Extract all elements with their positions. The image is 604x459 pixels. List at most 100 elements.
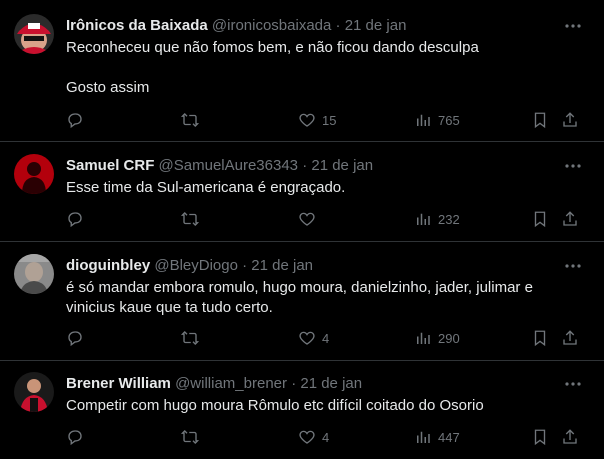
- avatar[interactable]: [14, 14, 54, 54]
- more-options-icon[interactable]: [564, 157, 582, 175]
- retweet-button[interactable]: [181, 327, 205, 349]
- retweet-button[interactable]: [181, 109, 205, 131]
- heart-icon: [299, 430, 315, 444]
- heart-icon: [299, 113, 315, 127]
- bookmark-icon: [534, 330, 546, 347]
- share-icon: [563, 429, 577, 444]
- bookmark-icon: [534, 429, 546, 446]
- reply-button[interactable]: [66, 208, 90, 230]
- reply-icon: [68, 331, 82, 347]
- analytics-icon: [417, 332, 430, 344]
- bookmark-button[interactable]: [531, 208, 549, 230]
- view-count: 765: [438, 112, 460, 128]
- display-name[interactable]: dioguinbley: [66, 257, 150, 274]
- display-name[interactable]: Brener William: [66, 375, 171, 392]
- share-icon: [563, 330, 577, 345]
- tweet-header: Irônicos da Baixada @ironicosbaixada · 2…: [66, 16, 406, 36]
- display-name[interactable]: Samuel CRF: [66, 157, 154, 174]
- reply-button[interactable]: [66, 109, 90, 131]
- share-button[interactable]: [561, 327, 579, 349]
- share-button[interactable]: [561, 208, 579, 230]
- analytics-icon: [417, 431, 430, 443]
- heart-icon: [299, 212, 315, 226]
- separator: ·: [242, 257, 248, 274]
- timestamp[interactable]: 21 de jan: [300, 375, 362, 392]
- share-button[interactable]: [561, 109, 579, 131]
- avatar-red-figure-icon: [14, 154, 54, 194]
- tweet[interactable]: Brener William @william_brener · 21 de j…: [0, 361, 604, 459]
- like-count: 4: [322, 330, 330, 346]
- timestamp[interactable]: 21 de jan: [345, 17, 407, 34]
- handle[interactable]: @BleyDiogo: [154, 257, 238, 274]
- share-icon: [563, 211, 577, 226]
- tweet-header: Samuel CRF @SamuelAure36343 · 21 de jan: [66, 156, 373, 176]
- more-options-icon[interactable]: [564, 375, 582, 393]
- timestamp[interactable]: 21 de jan: [311, 157, 373, 174]
- retweet-icon: [181, 113, 199, 127]
- reply-button[interactable]: [66, 327, 90, 349]
- share-button[interactable]: [561, 426, 579, 448]
- handle[interactable]: @ironicosbaixada: [212, 17, 331, 34]
- retweet-button[interactable]: [181, 426, 205, 448]
- like-count: 4: [322, 429, 330, 445]
- avatar-jersey-icon: [14, 372, 54, 412]
- reply-icon: [68, 212, 82, 228]
- views-button[interactable]: 447: [414, 426, 460, 448]
- avatar[interactable]: [14, 372, 54, 412]
- more-options-icon[interactable]: [564, 257, 582, 275]
- retweet-icon: [181, 212, 199, 226]
- separator: ·: [291, 375, 297, 392]
- views-button[interactable]: 765: [414, 109, 460, 131]
- tweet-actions: 4 447: [0, 426, 604, 448]
- like-button[interactable]: 4: [298, 327, 329, 349]
- tweet-text: Reconheceu que não fomos bem, e não fico…: [66, 39, 479, 96]
- avatar[interactable]: [14, 154, 54, 194]
- analytics-icon: [417, 114, 430, 126]
- tweet[interactable]: dioguinbley @BleyDiogo · 21 de jan é só …: [0, 242, 604, 361]
- view-count: 290: [438, 330, 460, 346]
- tweet-feed: Irônicos da Baixada @ironicosbaixada · 2…: [0, 0, 604, 459]
- tweet-header: Brener William @william_brener · 21 de j…: [66, 374, 362, 394]
- tweet-header: dioguinbley @BleyDiogo · 21 de jan: [66, 256, 313, 276]
- bookmark-icon: [534, 112, 546, 129]
- display-name[interactable]: Irônicos da Baixada: [66, 17, 208, 34]
- tweet[interactable]: Irônicos da Baixada @ironicosbaixada · 2…: [0, 0, 604, 142]
- reply-icon: [68, 430, 82, 446]
- handle[interactable]: @william_brener: [175, 375, 287, 392]
- bookmark-icon: [534, 211, 546, 228]
- tweet-text: Esse time da Sul-americana é engraçado.: [66, 179, 346, 196]
- view-count: 447: [438, 429, 460, 445]
- like-button[interactable]: 4: [298, 426, 329, 448]
- retweet-icon: [181, 331, 199, 345]
- tweet[interactable]: Samuel CRF @SamuelAure36343 · 21 de jan …: [0, 142, 604, 242]
- share-icon: [563, 112, 577, 127]
- reply-button[interactable]: [66, 426, 90, 448]
- tweet-text: é só mandar embora romulo, hugo moura, d…: [66, 279, 533, 316]
- like-count: 15: [322, 112, 337, 128]
- heart-icon: [299, 331, 315, 345]
- tweet-text: Competir com hugo moura Rômulo etc difíc…: [66, 397, 484, 414]
- tweet-actions: 15 765: [0, 109, 604, 131]
- more-options-icon[interactable]: [564, 17, 582, 35]
- avatar[interactable]: [14, 254, 54, 294]
- views-button[interactable]: 232: [414, 208, 460, 230]
- bookmark-button[interactable]: [531, 109, 549, 131]
- bookmark-button[interactable]: [531, 426, 549, 448]
- like-button[interactable]: 15: [298, 109, 336, 131]
- view-count: 232: [438, 211, 460, 227]
- tweet-actions: 4 290: [0, 327, 604, 349]
- timestamp[interactable]: 21 de jan: [251, 257, 313, 274]
- separator: ·: [335, 17, 341, 34]
- handle[interactable]: @SamuelAure36343: [159, 157, 298, 174]
- analytics-icon: [417, 213, 430, 225]
- reply-icon: [68, 113, 82, 129]
- retweet-button[interactable]: [181, 208, 205, 230]
- views-button[interactable]: 290: [414, 327, 460, 349]
- separator: ·: [302, 157, 308, 174]
- retweet-icon: [181, 430, 199, 444]
- avatar-photo-icon: [14, 254, 54, 294]
- avatar-red-cap-icon: [14, 14, 54, 54]
- bookmark-button[interactable]: [531, 327, 549, 349]
- tweet-actions: 232: [0, 208, 604, 230]
- like-button[interactable]: [298, 208, 322, 230]
